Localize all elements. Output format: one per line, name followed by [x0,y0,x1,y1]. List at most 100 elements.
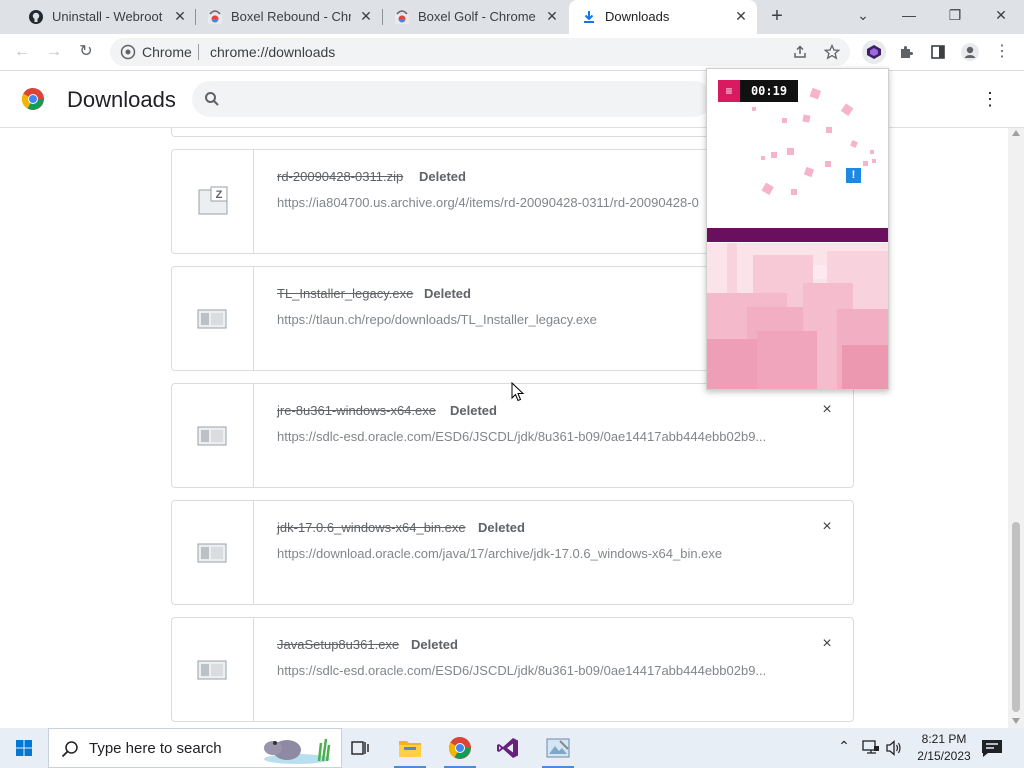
browser-toolbar: ← → ↻ Chrome chrome://downloads ⋮ [0,34,1024,71]
close-window-button[interactable]: ✕ [978,0,1024,30]
tab-boxel-rebound[interactable]: Boxel Rebound - Chrom ✕ [195,0,382,34]
svg-text:Z: Z [216,189,223,201]
file-url[interactable]: https://ia804700.us.archive.org/4/items/… [277,195,707,210]
site-label: Chrome [142,44,192,60]
visual-studio-icon [497,738,518,758]
generic-file-icon [197,660,227,680]
generic-file-icon [197,543,227,563]
file-name-link[interactable]: rd-20090428-0311.zip [277,169,403,184]
remove-from-list-button[interactable]: × [819,517,835,537]
file-url[interactable]: https://sdlc-esd.oracle.com/ESD6/JSCDL/j… [277,663,777,678]
tab-title: Uninstall - Webroot [52,9,163,24]
file-icon-cell [172,618,254,721]
file-name-link[interactable]: jre-8u361-windows-x64.exe [277,403,436,418]
github-icon [29,10,43,24]
clock-time: 8:21 PM [921,732,967,746]
remove-from-list-button[interactable]: × [819,634,835,654]
download-item: jdk-17.0.6_windows-x64_bin.exe Deleted h… [171,500,854,605]
visual-studio-button[interactable] [484,728,532,768]
address-bar[interactable]: Chrome chrome://downloads [110,38,850,66]
download-item: JavaSetup8u361.exe Deleted https://sdlc-… [171,617,854,722]
file-icon-cell [172,267,254,370]
chrome-site-icon [120,44,136,60]
forward-button[interactable]: → [42,40,66,64]
close-tab-icon[interactable]: ✕ [544,8,560,24]
scroll-up-arrow-icon[interactable] [1012,130,1020,136]
scrollbar-thumb[interactable] [1012,522,1020,712]
file-name-link[interactable]: TL_Installer_legacy.exe [277,286,413,301]
network-icon[interactable] [862,740,880,756]
file-url[interactable]: https://tlaun.ch/repo/downloads/TL_Insta… [277,312,777,327]
reload-button[interactable]: ↻ [74,40,98,64]
extensions-puzzle-icon[interactable] [894,40,918,64]
task-view-button[interactable] [336,728,384,768]
show-hidden-icons-chevron-icon[interactable]: ⌃ [836,738,852,758]
volume-icon[interactable] [886,740,902,756]
side-panel-icon[interactable] [926,40,950,64]
windows-logo-icon [16,740,32,756]
taskbar-search-box[interactable]: Type here to search [48,728,342,768]
close-tab-icon[interactable]: ✕ [358,8,374,24]
remove-from-list-button[interactable]: × [819,400,835,420]
file-icon-cell: Z [172,150,254,253]
page-title: Downloads [67,87,176,112]
tab-downloads[interactable]: Downloads ✕ [569,0,757,34]
search-downloads-input[interactable] [192,81,712,117]
hippo-search-highlight-icon [264,738,331,764]
tab-strip: Uninstall - Webroot ✕ Boxel Rebound - Ch… [0,0,1024,34]
omnibox-divider [198,44,199,60]
chrome-menu-icon[interactable]: ⋮ [990,40,1014,64]
chrome-logo-icon [21,87,44,110]
game-menu-button[interactable]: ≡ [718,80,740,102]
boxel-extension-icon[interactable] [862,40,886,64]
bookmark-star-icon[interactable] [824,44,840,60]
file-name-link[interactable]: JavaSetup8u361.exe [277,637,399,652]
new-tab-button[interactable]: + [767,6,787,26]
search-icon [205,92,219,106]
task-view-icon [351,741,369,755]
file-url[interactable]: https://sdlc-esd.oracle.com/ESD6/JSCDL/j… [277,429,777,444]
url-text[interactable]: chrome://downloads [210,44,335,60]
file-status: Deleted [478,520,525,535]
file-name-link[interactable]: jdk-17.0.6_windows-x64_bin.exe [277,520,466,535]
restore-button[interactable]: ❐ [932,0,978,30]
vertical-scrollbar[interactable] [1008,128,1024,728]
progress-divider-bar [707,228,888,242]
tab-boxel-golf[interactable]: Boxel Golf - Chrome W ✕ [382,0,568,34]
start-button[interactable] [0,728,48,768]
file-status: Deleted [419,169,466,184]
file-status: Deleted [411,637,458,652]
notification-center-icon[interactable] [980,738,1004,758]
tab-uninstall-webroot[interactable]: Uninstall - Webroot ✕ [8,0,196,34]
tab-search-chevron-icon[interactable]: ⌄ [840,0,886,30]
windows-taskbar: Type here to search ⌃ 8:21 PM 2/15/2023 [0,728,1024,768]
download-icon [584,11,594,23]
close-tab-icon[interactable]: ✕ [172,8,188,24]
scroll-down-arrow-icon[interactable] [1012,718,1020,724]
search-placeholder: Type here to search [89,740,222,757]
generic-file-icon [197,426,227,446]
paint-app-button[interactable] [534,728,582,768]
tab-title: Boxel Rebound - Chrom [231,9,351,24]
profile-avatar-icon[interactable] [958,40,982,64]
chrome-webstore-icon [395,10,409,24]
share-icon[interactable] [792,44,808,60]
file-explorer-button[interactable] [386,728,434,768]
chrome-taskbar-button[interactable] [436,728,484,768]
minimize-button[interactable]: — [886,0,932,30]
image-app-icon [546,738,570,758]
tab-title: Downloads [605,9,670,24]
alert-marker-icon: ! [846,168,861,183]
back-button[interactable]: ← [10,40,34,64]
system-clock[interactable]: 8:21 PM 2/15/2023 [912,731,976,765]
extension-popup[interactable]: ≡ 00:19 ! [706,68,889,390]
clock-date: 2/15/2023 [917,749,971,763]
file-url[interactable]: https://download.oracle.com/java/17/arch… [277,546,777,561]
folder-icon [399,741,421,757]
chrome-logo-icon [448,736,471,759]
tab-title: Boxel Golf - Chrome W [418,9,538,24]
more-actions-icon[interactable]: ⋮ [980,87,1000,111]
game-timer: 00:19 [740,80,798,102]
close-tab-icon[interactable]: ✕ [733,8,749,24]
file-icon-cell [172,501,254,604]
